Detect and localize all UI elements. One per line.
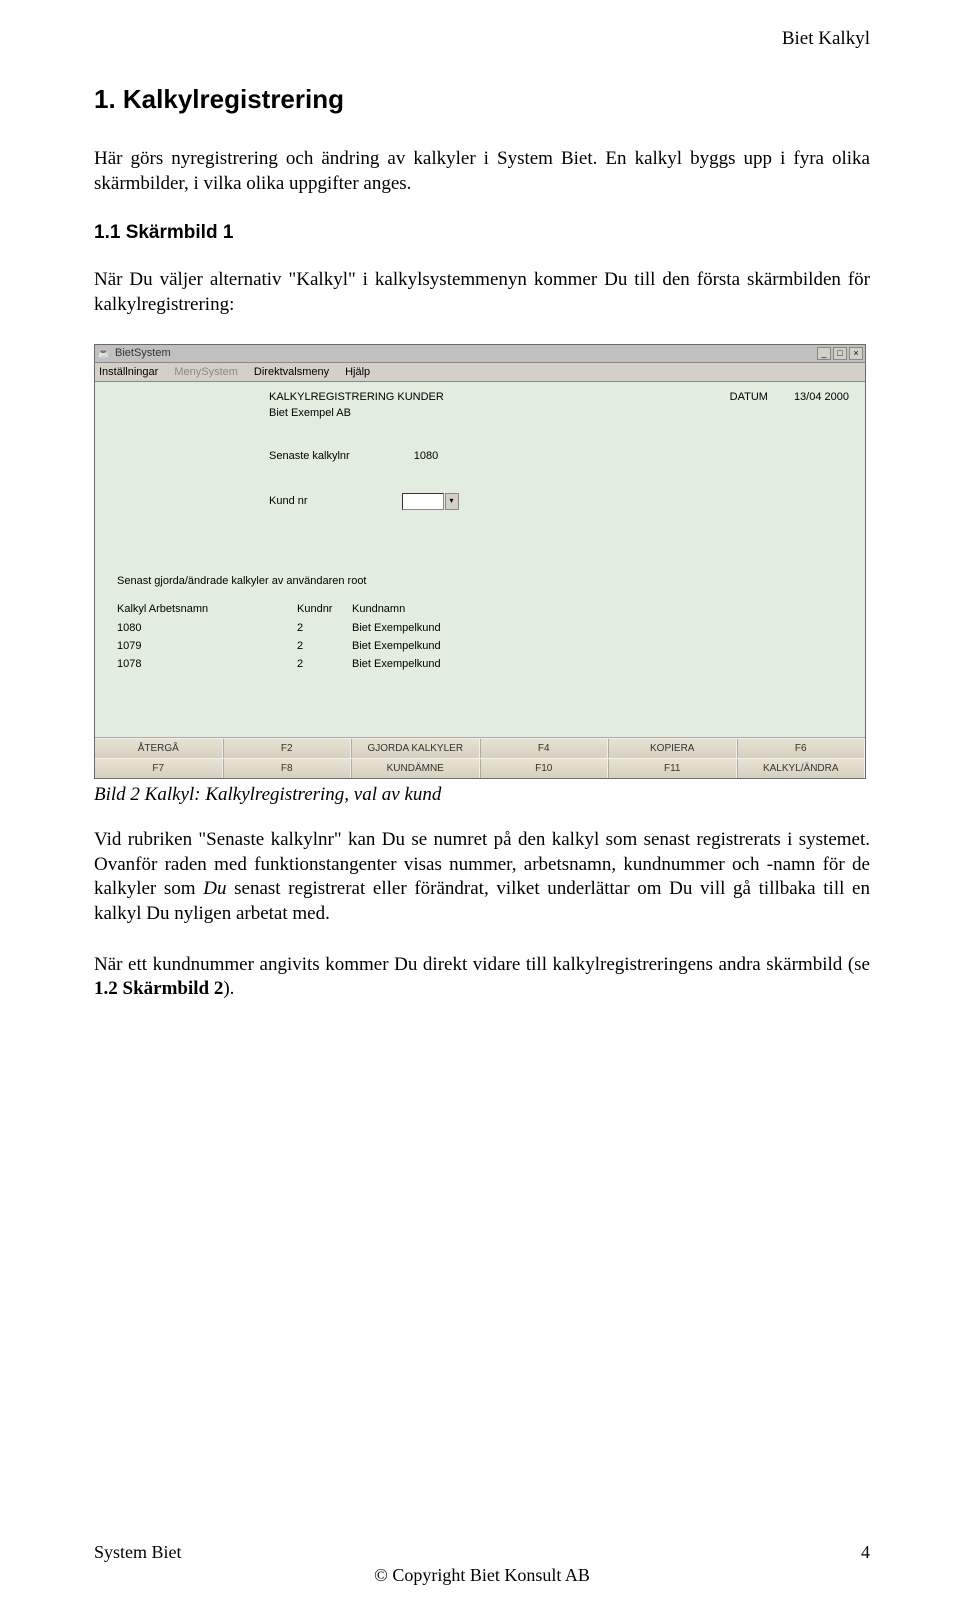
page-footer: System Biet 4 © Copyright Biet Konsult A… (94, 1542, 870, 1586)
recent-headers: Kalkyl Arbetsnamn Kundnr Kundnamn (117, 602, 849, 616)
cell-kalkyl: 1078 (117, 657, 297, 671)
table-row: 1078 2 Biet Exempelkund (117, 657, 849, 671)
fkey-f10[interactable]: F10 (480, 759, 609, 778)
kundnr-label: Kund nr (269, 494, 308, 508)
footer-copyright: © Copyright Biet Konsult AB (94, 1565, 870, 1586)
fkey-kalkyl-andra[interactable]: KALKYL/ÄNDRA (737, 759, 866, 778)
section-title: 1. Kalkylregistrering (94, 84, 870, 115)
cell-kalkyl: 1079 (117, 639, 297, 653)
body-2-bold: 1.2 Skärmbild 2 (94, 978, 223, 999)
menu-hjalp[interactable]: Hjälp (345, 365, 370, 379)
fkey-f8[interactable]: F8 (223, 759, 352, 778)
header-kundnamn: Kundnamn (352, 602, 849, 616)
senaste-label: Senaste kalkylnr (269, 449, 350, 463)
recent-title: Senast gjorda/ändrade kalkyler av använd… (117, 574, 849, 588)
app-content: KALKYLREGISTRERING KUNDER DATUM 13/04 20… (95, 382, 865, 737)
fkey-aterga[interactable]: ÅTERGÅ (95, 739, 223, 758)
kundnr-input[interactable] (402, 493, 444, 510)
java-icon: ☕ (97, 346, 111, 360)
page-header-document-title: Biet Kalkyl (782, 28, 870, 50)
menu-direktvalsmeny[interactable]: Direktvalsmeny (254, 365, 329, 379)
subsection-title: 1.1 Skärmbild 1 (94, 222, 870, 244)
maximize-button[interactable]: □ (833, 347, 847, 360)
intro-paragraph: Här görs nyregistrering och ändring av k… (94, 147, 870, 196)
fkey-kopiera[interactable]: KOPIERA (608, 739, 737, 758)
date-label: DATUM (730, 390, 774, 404)
company-name: Biet Exempel AB (269, 406, 849, 420)
body-2-b: ). (223, 978, 234, 999)
cell-kundnamn: Biet Exempelkund (352, 639, 849, 653)
kundnr-dropdown-icon[interactable]: ▾ (445, 493, 459, 510)
app-window: ☕ BietSystem _ □ × Inställningar MenySys… (94, 344, 866, 779)
cell-kundnr: 2 (297, 639, 352, 653)
fkey-f7[interactable]: F7 (95, 759, 223, 778)
cell-kundnamn: Biet Exempelkund (352, 621, 849, 635)
cell-kundnamn: Biet Exempelkund (352, 657, 849, 671)
fkey-f2[interactable]: F2 (223, 739, 352, 758)
app-heading: KALKYLREGISTRERING KUNDER (269, 390, 444, 404)
footer-page-number: 4 (861, 1542, 870, 1563)
table-row: 1080 2 Biet Exempelkund (117, 621, 849, 635)
body-2-a: När ett kundnummer angivits kommer Du di… (94, 954, 870, 975)
fkey-gjorda-kalkyler[interactable]: GJORDA KALKYLER (351, 739, 480, 758)
fkey-f11[interactable]: F11 (608, 759, 737, 778)
menubar: Inställningar MenySystem Direktvalsmeny … (95, 363, 865, 382)
close-button[interactable]: × (849, 347, 863, 360)
window-titlebar: ☕ BietSystem _ □ × (95, 345, 865, 363)
fkey-f6[interactable]: F6 (737, 739, 866, 758)
senaste-value: 1080 (414, 449, 438, 463)
cell-kalkyl: 1080 (117, 621, 297, 635)
date-value: 13/04 2000 (794, 390, 849, 404)
body-paragraph-1: Vid rubriken "Senaste kalkylnr" kan Du s… (94, 828, 870, 927)
minimize-button[interactable]: _ (817, 347, 831, 360)
figure-caption: Bild 2 Kalkyl: Kalkylregistrering, val a… (94, 784, 870, 806)
fkey-f4[interactable]: F4 (480, 739, 609, 758)
cell-kundnr: 2 (297, 621, 352, 635)
header-kalkyl-arbetsnamn: Kalkyl Arbetsnamn (117, 602, 297, 616)
header-kundnr: Kundnr (297, 602, 352, 616)
body-1-du: Du (203, 878, 226, 899)
fkey-kundamne[interactable]: KUNDÄMNE (351, 759, 480, 778)
table-row: 1079 2 Biet Exempelkund (117, 639, 849, 653)
cell-kundnr: 2 (297, 657, 352, 671)
menu-installningar[interactable]: Inställningar (99, 365, 158, 379)
subsection-lead: När Du väljer alternativ "Kalkyl" i kalk… (94, 268, 870, 317)
menu-menysystem[interactable]: MenySystem (174, 365, 238, 379)
body-paragraph-2: När ett kundnummer angivits kommer Du di… (94, 953, 870, 1002)
window-title: BietSystem (115, 346, 171, 360)
footer-left: System Biet (94, 1542, 182, 1563)
function-key-area: ÅTERGÅ F2 GJORDA KALKYLER F4 KOPIERA F6 … (95, 737, 865, 778)
